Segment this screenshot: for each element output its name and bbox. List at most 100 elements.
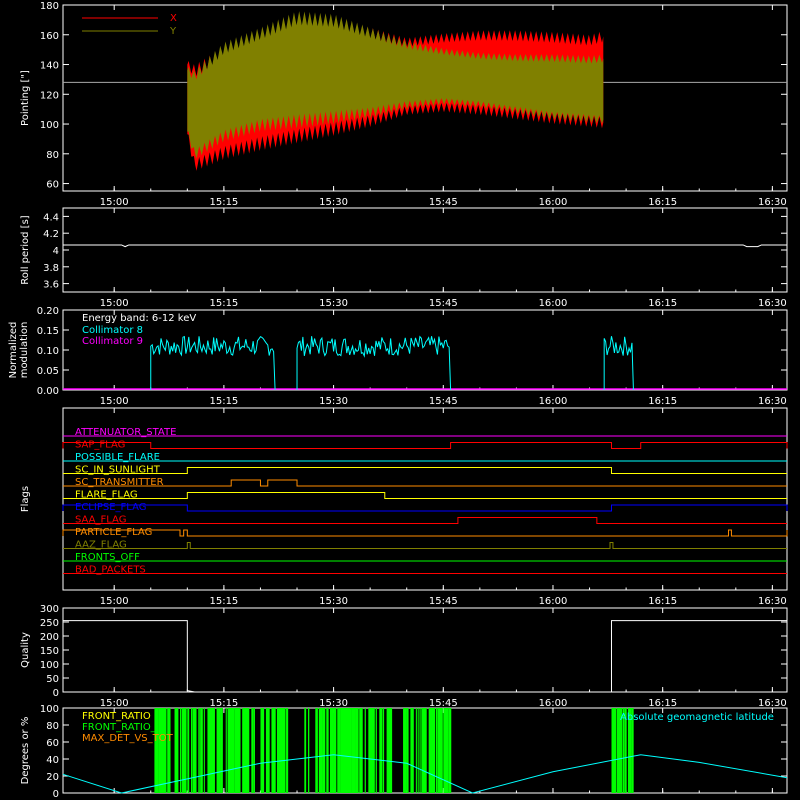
- front-ratio-bar: [446, 708, 449, 793]
- x-tick-label: 15:00: [100, 197, 129, 208]
- energy-band-annotation: Energy band: 6-12 keV: [82, 313, 196, 324]
- y-tick-label: 60: [46, 738, 59, 749]
- front-ratio-bar: [156, 708, 159, 793]
- flag-label: SC_IN_SUNLIGHT: [75, 465, 161, 476]
- y-tick-label: 120: [40, 90, 59, 101]
- y-tick-label: 4: [53, 246, 59, 257]
- front-ratio-bar: [165, 708, 167, 793]
- x-tick-label: 16:30: [758, 596, 787, 607]
- front-ratio-bar: [326, 708, 329, 793]
- x-tick-label: 15:45: [429, 698, 458, 709]
- x-tick-label: 15:30: [319, 298, 348, 309]
- right-series-label: Absolute geomagnetic latitude: [620, 712, 774, 723]
- y-tick-label: 140: [40, 61, 59, 72]
- front-ratio-bar: [225, 708, 227, 793]
- front-ratio-bar: [231, 708, 235, 793]
- x-tick-label: 16:00: [539, 298, 568, 309]
- front-ratio-bar: [251, 708, 254, 793]
- x-tick-label: 15:45: [429, 596, 458, 607]
- front-ratio-bar: [390, 708, 393, 793]
- legend-label: Collimator 9: [82, 336, 143, 347]
- front-ratio-bar: [200, 708, 203, 793]
- legend-label: Y: [169, 26, 177, 37]
- x-tick-label: 15:00: [100, 298, 129, 309]
- front-ratio-bar: [245, 708, 250, 793]
- front-ratio-bar: [218, 708, 220, 793]
- x-tick-label: 15:45: [429, 197, 458, 208]
- flag-label: FRONTS_OFF: [75, 552, 140, 563]
- front-ratio-bar: [448, 708, 452, 793]
- y-axis-label: Roll period [s]: [20, 215, 31, 284]
- flag-label: FLARE_FLAG: [75, 490, 138, 501]
- front-ratio-bar: [329, 708, 334, 793]
- flag-label: ECLIPSE_FLAG: [75, 502, 146, 513]
- y-tick-label: 0: [53, 688, 59, 699]
- x-tick-label: 16:00: [539, 596, 568, 607]
- y-tick-label: 20: [46, 772, 59, 783]
- front-ratio-bar: [253, 708, 255, 793]
- flag-label: PARTICLE_FLAG: [75, 527, 152, 538]
- front-ratio-bar: [236, 708, 241, 793]
- x-tick-label: 16:30: [758, 197, 787, 208]
- front-ratio-bar: [339, 708, 341, 793]
- x-tick-label: 15:15: [209, 197, 238, 208]
- front-ratio-bar: [355, 708, 359, 793]
- x-tick-label: 16:30: [758, 698, 787, 709]
- front-ratio-bar: [203, 708, 205, 793]
- x-tick-label: 15:00: [100, 596, 129, 607]
- front-ratio-bar: [344, 708, 347, 793]
- front-ratio-bar: [262, 708, 265, 793]
- front-ratio-bar: [359, 708, 363, 793]
- flag-label: BAD_PACKETS: [75, 565, 146, 576]
- x-tick-label: 15:45: [429, 298, 458, 309]
- front-ratio-bar: [417, 708, 419, 793]
- x-tick-label: 16:00: [539, 197, 568, 208]
- y-tick-label: 300: [40, 604, 59, 615]
- front-ratio-bar: [441, 708, 443, 793]
- x-tick-label: 15:00: [100, 698, 129, 709]
- front-ratio-bar: [419, 708, 421, 793]
- y-tick-label: 250: [40, 618, 59, 629]
- x-tick-label: 16:15: [648, 298, 677, 309]
- y-tick-label: 0.15: [37, 326, 59, 337]
- y-tick-label: 4.4: [43, 212, 59, 223]
- front-ratio-bar: [364, 708, 366, 793]
- y-tick-label: 0.05: [37, 366, 59, 377]
- front-ratio-bar: [183, 708, 186, 793]
- front-ratio-bar: [403, 708, 407, 793]
- front-ratio-bar: [273, 708, 276, 793]
- front-ratio-bar: [185, 708, 187, 793]
- front-ratio-bar: [615, 708, 617, 793]
- y-tick-label: 0.00: [37, 386, 59, 397]
- y-tick-label: 150: [40, 646, 59, 657]
- front-ratio-bar: [317, 708, 319, 793]
- y-tick-label: 40: [46, 755, 59, 766]
- front-ratio-bar: [350, 708, 352, 793]
- front-ratio-bar: [194, 708, 197, 793]
- front-ratio-bar: [198, 708, 200, 793]
- legend-label: MAX_DET_VS_TOT: [82, 733, 174, 744]
- y-axis-label: Quality: [20, 632, 31, 668]
- y-axis-label: Normalized: [8, 322, 19, 379]
- y-tick-label: 100: [40, 120, 59, 131]
- y-tick-label: 100: [40, 704, 59, 715]
- y-axis-label: modulation: [19, 322, 30, 379]
- legend-label: FRONT_RATIO_: [82, 722, 157, 733]
- x-tick-label: 15:15: [209, 596, 238, 607]
- front-ratio-bar: [375, 708, 377, 793]
- hessi-quicklook-plot: 15:00 15:15 15:30 15:45 16:00 16:15 16:30 60 80 1…: [0, 0, 800, 800]
- legend-label: X: [170, 13, 177, 24]
- y-tick-label: 3.6: [43, 280, 59, 291]
- x-tick-label: 15:30: [319, 596, 348, 607]
- y-tick-label: 0.20: [37, 306, 59, 317]
- front-ratio-bar: [307, 708, 310, 793]
- front-ratio-bar: [286, 708, 289, 793]
- front-ratio-bar: [410, 708, 414, 793]
- x-tick-label: 16:30: [758, 396, 787, 407]
- x-tick-label: 16:15: [648, 396, 677, 407]
- x-tick-label: 15:00: [100, 396, 129, 407]
- y-tick-label: 160: [40, 31, 59, 42]
- x-tick-label: 16:15: [648, 197, 677, 208]
- flag-label: ATTENUATOR_STATE: [75, 427, 176, 438]
- x-tick-label: 15:30: [319, 698, 348, 709]
